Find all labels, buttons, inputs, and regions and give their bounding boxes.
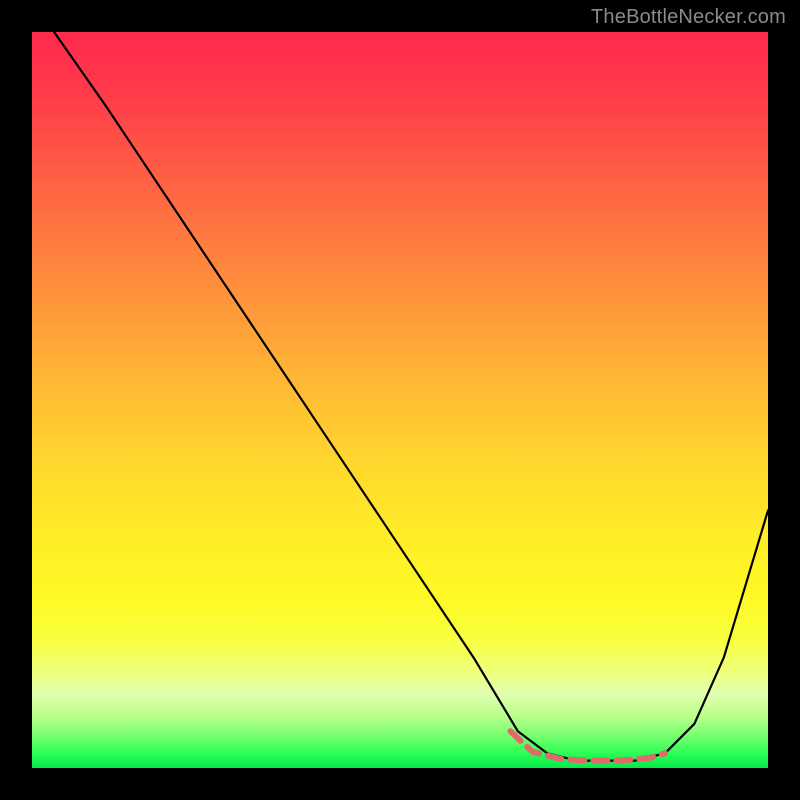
plot-area	[32, 32, 768, 768]
chart-svg	[32, 32, 768, 768]
optimal-range-highlight	[510, 731, 665, 760]
curve-line	[54, 32, 768, 761]
watermark-text: TheBottleNecker.com	[591, 6, 786, 29]
chart-frame: TheBottleNecker.com	[0, 0, 800, 800]
